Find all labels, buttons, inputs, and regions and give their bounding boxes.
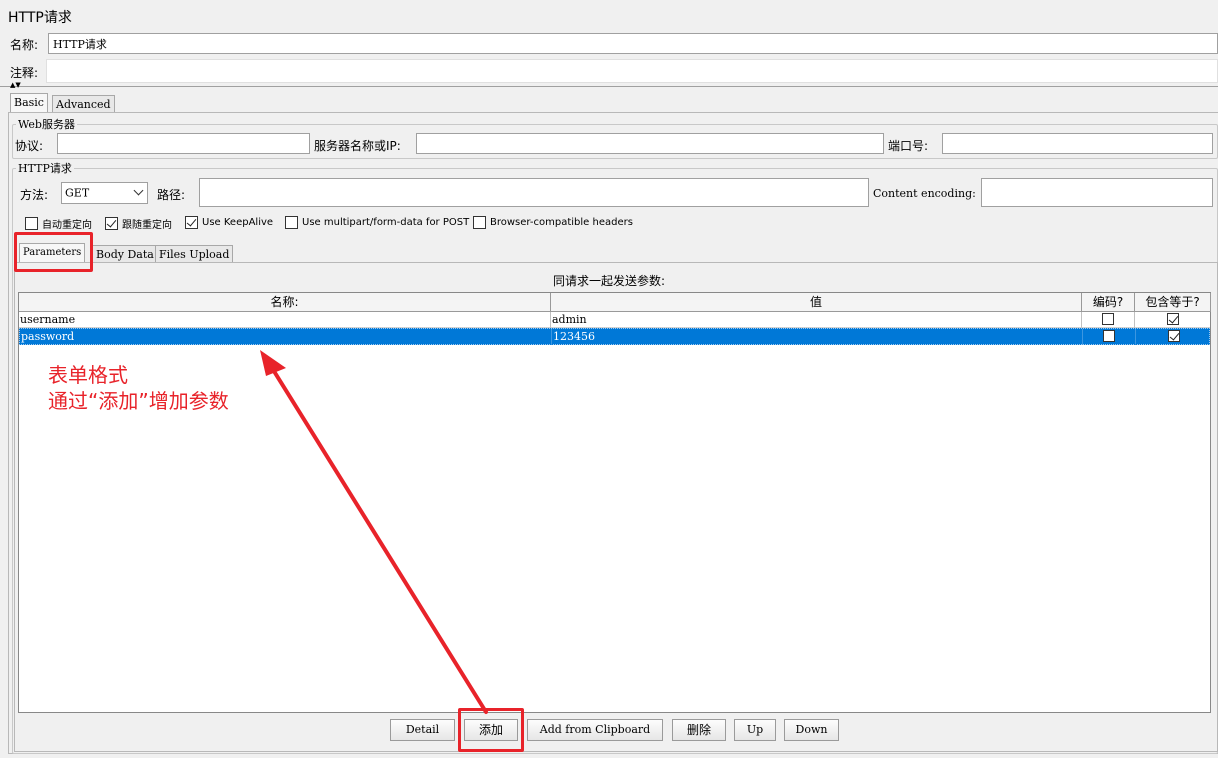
annotation-arrow-head: [260, 350, 286, 376]
annotation-arrow: [260, 350, 488, 714]
annotation-arrow-line: [270, 366, 488, 714]
